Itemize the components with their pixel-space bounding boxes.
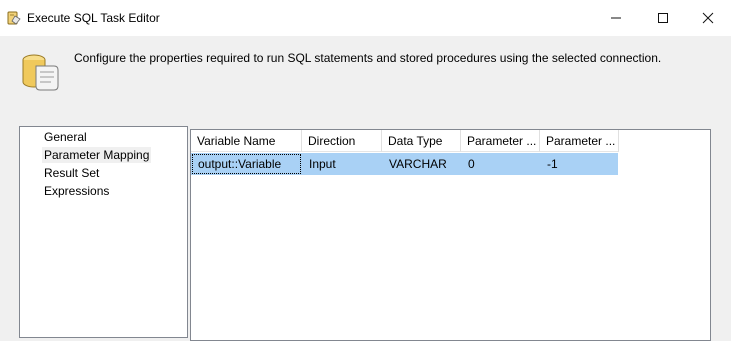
header-description: Configure the properties required to run…: [74, 51, 662, 65]
cell-direction[interactable]: Input: [302, 153, 382, 175]
database-scroll-icon: [22, 54, 59, 91]
maximize-button[interactable]: [640, 0, 686, 36]
cell-parameter-name[interactable]: 0: [461, 153, 540, 175]
minimize-icon: [611, 17, 621, 19]
nav-panel: General Parameter Mapping Result Set Exp…: [19, 126, 188, 338]
cell-variable-name[interactable]: output::Variable: [191, 153, 302, 175]
sql-task-icon: [7, 11, 21, 25]
column-header-parameter-name[interactable]: Parameter ...: [461, 130, 540, 152]
maximize-icon: [658, 13, 668, 23]
column-header-parameter-size[interactable]: Parameter ...: [540, 130, 619, 152]
nav-item-result-set[interactable]: Result Set: [42, 165, 101, 181]
column-header-data-type[interactable]: Data Type: [382, 130, 461, 152]
minimize-button[interactable]: [593, 0, 639, 36]
nav-item-general[interactable]: General: [42, 129, 89, 145]
cell-data-type[interactable]: VARCHAR: [382, 153, 461, 175]
title-bar: Execute SQL Task Editor: [0, 0, 731, 36]
parameter-grid: Variable Name Direction Data Type Parame…: [190, 129, 711, 341]
close-button[interactable]: [685, 0, 731, 36]
nav-item-parameter-mapping[interactable]: Parameter Mapping: [42, 147, 152, 163]
column-header-variable-name[interactable]: Variable Name: [191, 130, 302, 152]
column-header-direction[interactable]: Direction: [302, 130, 382, 152]
close-icon: [702, 12, 714, 24]
window-title: Execute SQL Task Editor: [27, 11, 160, 25]
table-row[interactable]: output::Variable Input VARCHAR 0 -1: [191, 153, 618, 175]
nav-item-expressions[interactable]: Expressions: [42, 183, 111, 199]
cell-parameter-size[interactable]: -1: [540, 153, 618, 175]
